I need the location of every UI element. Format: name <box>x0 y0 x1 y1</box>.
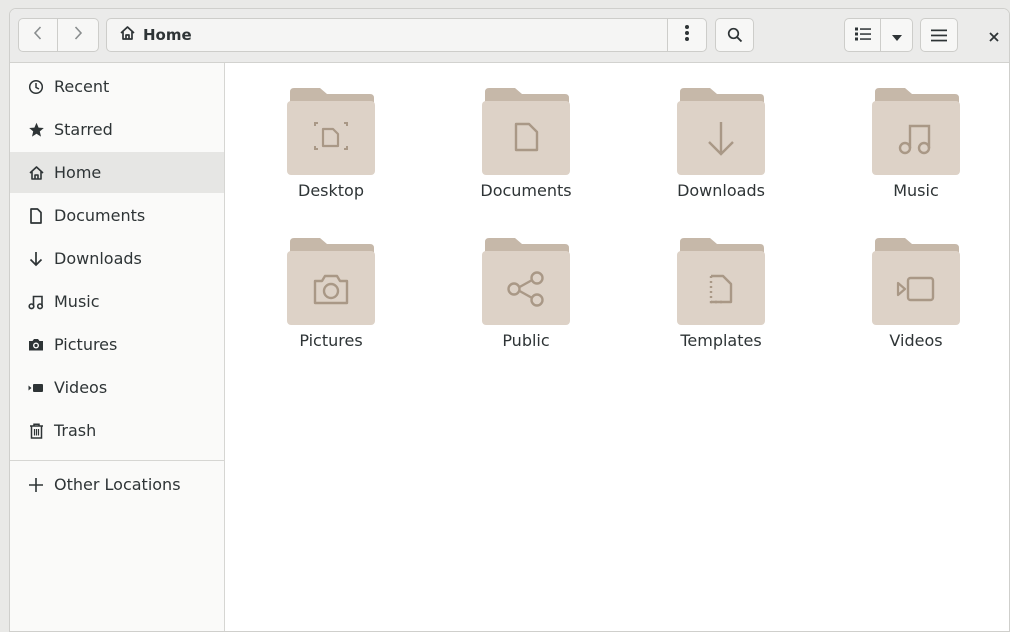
file-manager-window: Home Recent Starred Home Documents Downl… <box>9 8 1010 632</box>
home-icon <box>27 164 45 182</box>
folder-grid: Desktop Documents Downloads Music Pictur… <box>225 63 1009 631</box>
sidebar-item-label: Home <box>54 163 102 182</box>
sidebar-item-recent[interactable]: Recent <box>10 66 224 107</box>
folder-name: Public <box>502 331 550 350</box>
sidebar-item-label: Other Locations <box>54 475 181 494</box>
sidebar-item-documents[interactable]: Documents <box>10 195 224 236</box>
folder-videos[interactable]: Videos <box>836 213 996 353</box>
list-view-icon <box>854 26 871 45</box>
folder-downloads[interactable]: Downloads <box>641 63 801 203</box>
clock-icon <box>27 78 45 96</box>
sidebar-item-trash[interactable]: Trash <box>10 410 224 451</box>
close-icon <box>989 27 999 46</box>
folder-templates[interactable]: Templates <box>641 213 801 353</box>
sidebar-item-starred[interactable]: Starred <box>10 109 224 150</box>
sidebar-item-downloads[interactable]: Downloads <box>10 238 224 279</box>
path-menu-button[interactable] <box>667 19 706 51</box>
close-button[interactable] <box>980 25 1008 47</box>
back-button[interactable] <box>18 18 58 52</box>
sidebar-item-pictures[interactable]: Pictures <box>10 324 224 365</box>
camera-icon <box>27 336 45 354</box>
breadcrumb-home[interactable]: Home <box>107 19 667 51</box>
chevron-right-icon <box>72 25 84 45</box>
star-icon <box>27 121 45 139</box>
caret-down-icon <box>891 26 902 45</box>
search-icon <box>727 27 743 43</box>
header-bar: Home <box>10 9 1009 63</box>
sidebar-item-label: Trash <box>54 421 97 440</box>
main-menu-button[interactable] <box>920 18 958 52</box>
sidebar-item-label: Starred <box>54 120 113 139</box>
sidebar-item-label: Music <box>54 292 100 311</box>
chevron-left-icon <box>32 25 44 45</box>
sidebar-item-label: Videos <box>54 378 108 397</box>
sidebar-item-label: Downloads <box>54 249 142 268</box>
list-view-button[interactable] <box>844 18 881 52</box>
view-switcher <box>844 18 913 52</box>
templates-folder-icon <box>676 234 766 330</box>
folder-name: Desktop <box>298 181 364 200</box>
public-folder-icon <box>481 234 571 330</box>
sidebar-item-music[interactable]: Music <box>10 281 224 322</box>
sidebar-divider <box>10 460 224 461</box>
forward-button[interactable] <box>58 18 99 52</box>
search-button[interactable] <box>715 18 754 52</box>
hamburger-icon <box>931 29 947 42</box>
view-options-button[interactable] <box>881 18 913 52</box>
folder-documents[interactable]: Documents <box>446 63 606 203</box>
folder-name: Videos <box>889 331 943 350</box>
video-icon <box>27 379 45 397</box>
music-note-icon <box>27 293 45 311</box>
desktop-folder-icon <box>286 84 376 180</box>
plus-icon <box>27 476 45 494</box>
folder-name: Templates <box>680 331 762 350</box>
breadcrumb-label: Home <box>143 26 192 44</box>
folder-desktop[interactable]: Desktop <box>251 63 411 203</box>
folder-music[interactable]: Music <box>836 63 996 203</box>
folder-name: Downloads <box>677 181 765 200</box>
folder-name: Pictures <box>299 331 363 350</box>
pictures-folder-icon <box>286 234 376 330</box>
videos-folder-icon <box>871 234 961 330</box>
folder-public[interactable]: Public <box>446 213 606 353</box>
sidebar-item-label: Documents <box>54 206 146 225</box>
vertical-dots-icon <box>684 24 690 46</box>
folder-name: Music <box>893 181 939 200</box>
places-sidebar: Recent Starred Home Documents Downloads <box>10 63 225 631</box>
sidebar-item-videos[interactable]: Videos <box>10 367 224 408</box>
music-folder-icon <box>871 84 961 180</box>
folder-name: Documents <box>480 181 572 200</box>
download-arrow-icon <box>27 250 45 268</box>
sidebar-item-label: Recent <box>54 77 110 96</box>
documents-folder-icon <box>481 84 571 180</box>
navigation-buttons <box>18 18 99 52</box>
trash-icon <box>27 422 45 440</box>
sidebar-item-home[interactable]: Home <box>10 152 224 193</box>
downloads-folder-icon <box>676 84 766 180</box>
document-icon <box>27 207 45 225</box>
home-icon <box>119 25 136 45</box>
folder-pictures[interactable]: Pictures <box>251 213 411 353</box>
location-bar: Home <box>106 18 707 52</box>
sidebar-item-label: Pictures <box>54 335 118 354</box>
sidebar-item-other-locations[interactable]: Other Locations <box>10 464 224 505</box>
